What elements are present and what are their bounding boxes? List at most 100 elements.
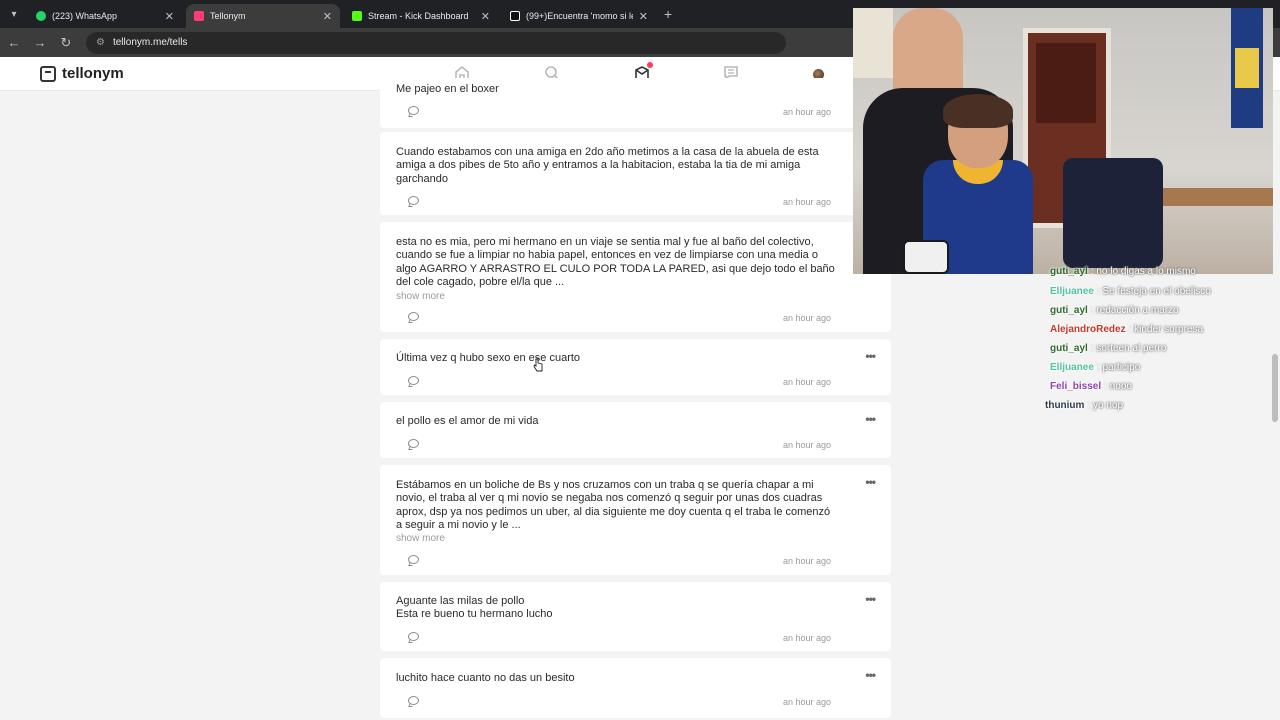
tell-card: esta no es mia, pero mi hermano en un vi… (380, 222, 891, 332)
tell-text: esta no es mia, pero mi hermano en un vi… (396, 236, 835, 289)
wall-poster (853, 8, 893, 78)
tell-time: an hour ago (782, 697, 831, 707)
notification-dot (647, 62, 653, 68)
tab-tellonym[interactable]: Tellonym ✕ (186, 4, 340, 28)
reload-icon[interactable]: ↻ (54, 31, 78, 55)
tell-text: Última vez q hubo sexo en ese cuarto (396, 352, 581, 364)
whatsapp-icon (36, 11, 46, 21)
tell-text: Me pajeo en el boxer (396, 83, 499, 95)
tab-title: (99+)Encuentra 'momo si le ha (526, 11, 633, 21)
chat-text: sorteen al perro (1096, 343, 1167, 354)
forward-icon[interactable]: → (28, 31, 52, 55)
tell-time: an hour ago (782, 440, 831, 450)
chat-text: redacción a marzo (1096, 305, 1179, 316)
webcam-feed (853, 8, 1273, 274)
reply-icon[interactable] (408, 312, 419, 321)
reply-icon[interactable] (408, 696, 419, 705)
chat-text: nooo (1109, 381, 1132, 392)
url-input[interactable]: ⚙ tellonym.me/tells (86, 31, 786, 54)
tell-time: an hour ago (782, 313, 831, 323)
chat-username: Elljuanee (1050, 362, 1094, 373)
tell-time: an hour ago (782, 633, 831, 643)
close-icon[interactable]: ✕ (323, 10, 332, 23)
tell-card: el pollo es el amor de mi vida ••• an ho… (380, 402, 891, 458)
tell-time: an hour ago (782, 107, 831, 117)
tell-text: Aguante las milas de pollo Esta re bueno… (396, 595, 553, 621)
chat-username: guti_ayl (1050, 305, 1088, 316)
chat-message: AlejandroRedez: kinder sorpresa (1050, 324, 1203, 335)
tell-text: luchito hace cuanto no das un besito (396, 672, 575, 684)
tab-title: (223) WhatsApp (52, 11, 118, 21)
chat-text: participo (1102, 362, 1141, 373)
chat-username: guti_ayl (1050, 343, 1088, 354)
more-options-icon[interactable]: ••• (865, 412, 876, 426)
reply-icon[interactable] (408, 376, 419, 385)
tab-kick-dashboard[interactable]: Stream - Kick Dashboard ✕ (344, 4, 498, 28)
bench (1153, 188, 1273, 206)
brand-name: tellonym (62, 65, 124, 82)
chat-message: guti_ayl: redacción a marzo (1050, 305, 1179, 316)
new-tab-button[interactable]: + (664, 6, 672, 22)
chat-message: Elljuanee: participo (1050, 362, 1140, 373)
close-icon[interactable]: ✕ (481, 10, 490, 23)
chat-message: guti_ayl: sorteen al perro (1050, 343, 1166, 354)
more-options-icon[interactable]: ••• (865, 668, 876, 682)
tellonym-logo-icon (40, 65, 56, 82)
back-icon[interactable]: ← (2, 31, 26, 55)
gaming-chair (1063, 158, 1163, 268)
more-options-icon[interactable]: ••• (865, 592, 876, 606)
tab-title: Tellonym (210, 11, 246, 21)
chat-text: yo nop (1093, 400, 1124, 411)
more-options-icon[interactable]: ••• (865, 349, 876, 363)
chat-text: no lo digas a lo mismo (1096, 266, 1196, 277)
tell-text: el pollo es el amor de mi vida (396, 415, 539, 427)
chat-text: kinder sorpresa (1134, 324, 1204, 335)
reply-icon[interactable] (408, 439, 419, 448)
mug (903, 240, 949, 274)
kick-icon (352, 11, 362, 21)
chat-message: thunium: yo nop (1045, 400, 1123, 411)
chat-message: Feli_bissel: nooo (1050, 381, 1132, 392)
tellonym-icon (194, 11, 204, 21)
tab-search-chevron-icon[interactable]: ▾ (0, 0, 28, 28)
chat-username: guti_ayl (1050, 266, 1088, 277)
url-text: tellonym.me/tells (112, 37, 188, 48)
tell-card: Estábamos en un boliche de Bs y nos cruz… (380, 465, 891, 575)
reply-icon[interactable] (408, 632, 419, 641)
tell-text: Estábamos en un boliche de Bs y nos cruz… (396, 479, 831, 532)
close-icon[interactable]: ✕ (639, 10, 648, 23)
hair (943, 94, 1013, 128)
tell-text: Cuando estabamos con una amiga en 2do añ… (396, 146, 819, 185)
tell-time: an hour ago (782, 556, 831, 566)
tell-time: an hour ago (782, 197, 831, 207)
tell-card: Me pajeo en el boxer an hour ago (380, 78, 891, 128)
chat-username: thunium (1045, 400, 1085, 411)
hand-cursor-icon (533, 358, 543, 372)
chat-username: AlejandroRedez (1050, 324, 1126, 335)
tab-whatsapp[interactable]: (223) WhatsApp ✕ (28, 4, 182, 28)
chat-text: Se festeja en el obelisco (1102, 286, 1211, 297)
reply-icon[interactable] (408, 555, 419, 564)
tell-card: luchito hace cuanto no das un besito •••… (380, 658, 891, 718)
scrollbar-thumb[interactable] (1272, 354, 1278, 422)
page-scrollbar[interactable] (1272, 92, 1278, 718)
team-scarf (1231, 8, 1263, 128)
chat-message: guti_ayl: no lo digas a lo mismo (1050, 266, 1196, 277)
tell-time: an hour ago (782, 377, 831, 387)
more-options-icon[interactable]: ••• (865, 475, 876, 489)
chat-message: Elljuanee: Se festeja en el obelisco (1050, 286, 1211, 297)
reply-icon[interactable] (408, 196, 419, 205)
tab-tiktok[interactable]: (99+)Encuentra 'momo si le ha ✕ (502, 4, 656, 28)
show-more-link[interactable]: show more (396, 291, 445, 302)
tell-card: Aguante las milas de pollo Esta re bueno… (380, 582, 891, 651)
site-info-icon[interactable]: ⚙ (96, 37, 105, 48)
chat-username: Feli_bissel (1050, 381, 1102, 392)
chat-username: Elljuanee (1050, 286, 1094, 297)
close-icon[interactable]: ✕ (165, 10, 174, 23)
reply-icon[interactable] (408, 106, 419, 115)
tab-title: Stream - Kick Dashboard (368, 11, 469, 21)
tellonym-logo[interactable]: tellonym (40, 65, 124, 82)
tell-card: Cuando estabamos con una amiga en 2do añ… (380, 132, 891, 215)
show-more-link[interactable]: show more (396, 533, 445, 544)
tiktok-icon (510, 11, 520, 21)
